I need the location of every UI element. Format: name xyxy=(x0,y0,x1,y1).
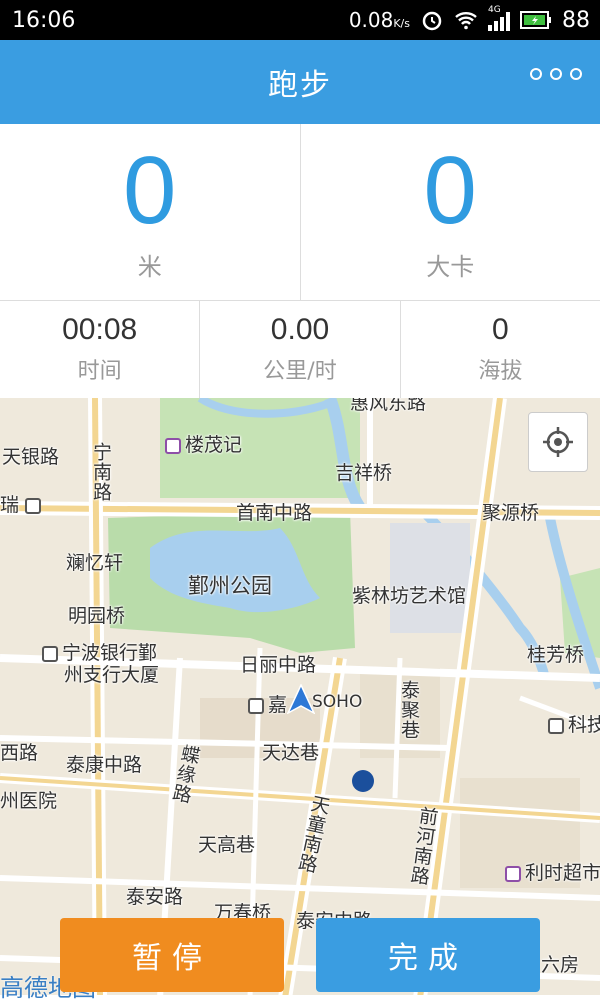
net-speed: 0.08K/s xyxy=(349,8,410,33)
map-label: 泰康中路 xyxy=(66,750,142,777)
status-bar: 16:06 0.08K/s 4G 88 xyxy=(0,0,600,40)
calories-value: 0 xyxy=(424,143,477,239)
map-label: 科技 xyxy=(548,710,600,737)
map-label: SOHO xyxy=(312,692,362,712)
dot-icon xyxy=(550,68,562,80)
calories-stat: 0 大卡 xyxy=(300,124,600,300)
map-label: 紫林坊艺术馆 xyxy=(352,581,466,608)
map-label: 西路 xyxy=(0,738,38,765)
jia-text: 嘉 xyxy=(268,694,287,716)
map-label: 聚源桥 xyxy=(482,498,539,525)
map-label: 楼茂记 xyxy=(165,430,242,457)
map-label: 鄞州公园 xyxy=(188,570,272,600)
shop-icon xyxy=(505,866,521,882)
bank-icon xyxy=(352,770,374,792)
building-icon xyxy=(548,718,564,734)
building-icon xyxy=(25,498,41,514)
rui-text: 瑞 xyxy=(0,494,19,516)
dot-icon xyxy=(570,68,582,80)
map-label: 嘉 xyxy=(248,690,287,717)
building-icon xyxy=(248,698,264,714)
app-bar: 跑步 xyxy=(0,40,600,124)
map-label: 瑞 xyxy=(0,490,45,517)
map-label: 宁南路 xyxy=(88,442,115,502)
building-icon xyxy=(42,646,58,662)
alarm-icon xyxy=(420,8,444,32)
time-stat: 00:08 时间 xyxy=(0,300,199,398)
map-label: 泰安路 xyxy=(126,882,183,909)
net-speed-value: 0.08 xyxy=(349,8,394,32)
speed-label: 公里/时 xyxy=(263,353,336,385)
map-label: 天高巷 xyxy=(198,830,255,857)
shop-icon xyxy=(165,438,181,454)
speed-stat: 0.00 公里/时 xyxy=(199,300,399,398)
primary-stats: 0 米 0 大卡 xyxy=(0,124,600,301)
bank-line1: 宁波银行鄞 xyxy=(62,642,157,664)
battery-level: 88 xyxy=(562,8,590,33)
time-value: 00:08 xyxy=(62,313,137,347)
distance-unit: 米 xyxy=(138,247,162,282)
speed-value: 0.00 xyxy=(271,313,329,347)
finish-button[interactable]: 完成 xyxy=(316,918,540,992)
network-type: 4G xyxy=(488,5,501,15)
finish-label: 完成 xyxy=(388,933,468,977)
dot-icon xyxy=(530,68,542,80)
map-label: 明园桥 xyxy=(68,601,125,628)
wifi-icon xyxy=(454,8,478,32)
ke-text: 科技 xyxy=(568,714,600,736)
more-options-button[interactable] xyxy=(530,68,582,80)
altitude-label: 海拔 xyxy=(478,353,522,385)
calories-unit: 大卡 xyxy=(426,247,474,282)
map-label: 天达巷 xyxy=(262,738,319,765)
map-label: 桂芳桥 xyxy=(527,640,584,667)
map-label: 天银路 xyxy=(2,442,59,469)
pause-label: 暂停 xyxy=(132,933,212,977)
secondary-stats: 00:08 时间 0.00 公里/时 0 海拔 xyxy=(0,300,600,399)
battery-icon xyxy=(520,10,552,30)
map-label: 惠风东路 xyxy=(350,398,426,415)
time-label: 时间 xyxy=(78,353,122,385)
loumaoji-text: 楼茂记 xyxy=(185,434,242,456)
net-speed-unit: K/s xyxy=(393,17,410,30)
lishi-text: 利时超市 xyxy=(525,862,600,884)
page-title: 跑步 xyxy=(268,60,332,104)
bank-line2: 州支行大厦 xyxy=(64,664,159,686)
pause-button[interactable]: 暂停 xyxy=(60,918,284,992)
map-label: 斓忆轩 xyxy=(66,548,123,575)
map-label: 日丽中路 xyxy=(240,650,316,677)
map-label: 宁波银行鄞州支行大厦 xyxy=(42,642,159,686)
map-label: 六房 xyxy=(541,950,579,977)
current-location-icon xyxy=(287,684,315,714)
crosshair-icon xyxy=(541,425,575,459)
locate-me-button[interactable] xyxy=(528,412,588,472)
signal-icon: 4G xyxy=(488,9,510,31)
map-label: 利时超市 xyxy=(505,858,600,885)
map-label: 吉祥桥 xyxy=(335,458,392,485)
map-view[interactable]: 惠风东路 天银路 楼茂记 宁南路 吉祥桥 瑞 首南中路 聚源桥 斓忆轩 鄞州公园… xyxy=(0,398,600,1000)
distance-stat: 0 米 xyxy=(0,124,300,300)
map-label: 首南中路 xyxy=(236,498,312,525)
altitude-value: 0 xyxy=(492,313,509,347)
map-label: 泰聚巷 xyxy=(396,680,423,740)
status-icons: 0.08K/s 4G 88 xyxy=(349,8,590,33)
distance-value: 0 xyxy=(123,143,176,239)
altitude-stat: 0 海拔 xyxy=(400,300,600,398)
status-time: 16:06 xyxy=(12,8,75,33)
map-label: 州医院 xyxy=(0,786,57,813)
